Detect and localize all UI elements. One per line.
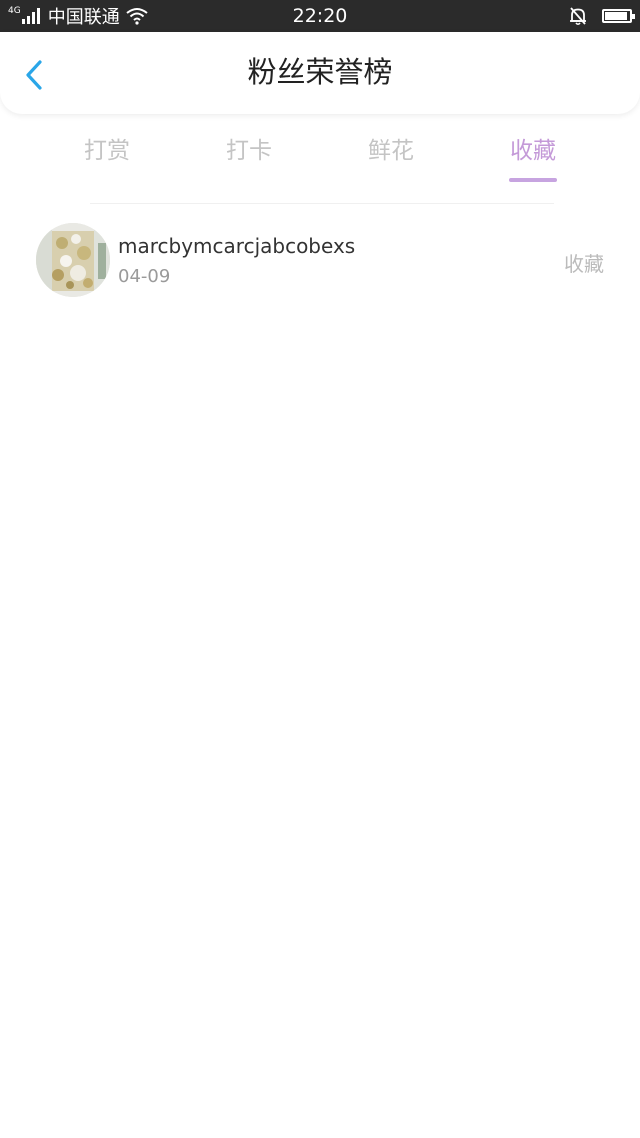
item-date: 04-09 [118, 266, 171, 287]
tab-reward[interactable]: 打赏 [57, 118, 157, 186]
user-avatar-image [36, 223, 110, 297]
tab-label: 鲜花 [368, 138, 414, 164]
tab-label: 收藏 [510, 138, 556, 164]
avatar[interactable] [36, 223, 110, 297]
list-item[interactable]: marcbymcarcjabcobexs 04-09 收藏 [0, 220, 640, 300]
battery-icon [602, 9, 635, 23]
action-type-label: 收藏 [564, 252, 604, 276]
tab-favorites[interactable]: 收藏 [483, 118, 583, 186]
tab-label: 打赏 [84, 138, 130, 164]
back-button[interactable] [18, 58, 52, 92]
tab-bar: 打赏 打卡 鲜花 收藏 [0, 118, 640, 186]
username: marcbymcarcjabcobexs [118, 234, 356, 258]
battery-nub [632, 14, 635, 19]
bell-muted-icon [568, 6, 588, 26]
tab-flowers[interactable]: 鲜花 [341, 118, 441, 186]
chevron-left-icon [26, 60, 42, 90]
divider [90, 203, 554, 204]
battery-fill [605, 12, 627, 20]
tab-label: 打卡 [226, 138, 272, 164]
active-tab-indicator [509, 178, 557, 182]
page-header: 粉丝荣誉榜 [0, 32, 640, 114]
page-title: 粉丝荣誉榜 [247, 55, 393, 89]
tab-checkin[interactable]: 打卡 [199, 118, 299, 186]
status-right [568, 0, 635, 32]
